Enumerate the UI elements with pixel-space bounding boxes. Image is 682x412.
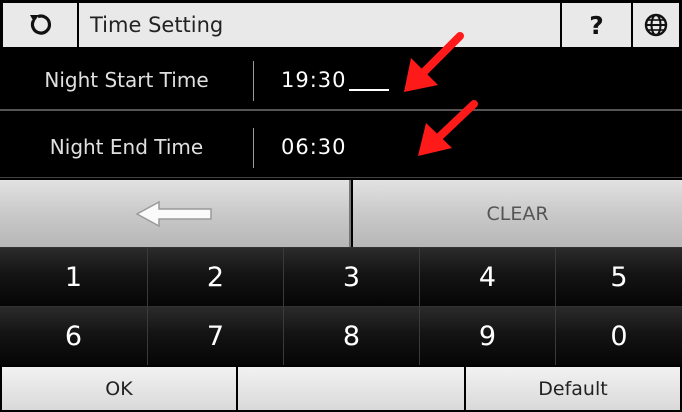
night-start-field[interactable]: 19:30 xyxy=(281,50,389,109)
digit-key[interactable]: 1 xyxy=(0,247,148,306)
title-bar: Time Setting ? xyxy=(0,0,682,50)
help-button[interactable]: ? xyxy=(562,3,633,47)
digit-row-2: 6 7 8 9 0 xyxy=(0,306,682,365)
digit-key[interactable]: 3 xyxy=(284,247,420,306)
digit-key[interactable]: 9 xyxy=(420,306,556,365)
language-button[interactable] xyxy=(633,3,679,47)
keypad-action-row: CLEAR xyxy=(0,180,682,247)
footer-button-row: OK Default xyxy=(0,365,682,412)
backspace-button[interactable] xyxy=(0,180,351,247)
annotation-arrow-icon xyxy=(404,32,464,92)
night-end-value: 06:30 xyxy=(281,135,347,159)
blank-button xyxy=(236,365,466,412)
input-cursor xyxy=(348,69,389,91)
refresh-button[interactable] xyxy=(3,3,79,47)
digit-key[interactable]: 4 xyxy=(420,247,556,306)
night-start-value: 19:30 xyxy=(281,67,347,92)
refresh-icon xyxy=(30,14,52,35)
night-end-label: Night End Time xyxy=(49,135,204,159)
annotation-arrow-icon xyxy=(418,100,478,156)
night-end-row[interactable]: Night End Time 06:30 xyxy=(0,117,682,178)
row-divider xyxy=(253,128,254,168)
default-button[interactable]: Default xyxy=(464,365,682,412)
digit-key[interactable]: 2 xyxy=(148,247,284,306)
help-icon: ? xyxy=(589,10,604,40)
globe-icon xyxy=(644,13,668,37)
night-start-label: Night Start Time xyxy=(44,67,209,92)
page-title: Time Setting xyxy=(79,3,562,47)
ok-button[interactable]: OK xyxy=(0,365,238,412)
clear-button[interactable]: CLEAR xyxy=(353,180,682,247)
digit-key[interactable]: 6 xyxy=(0,306,148,365)
digit-key[interactable]: 0 xyxy=(556,306,682,365)
digit-row-1: 1 2 3 4 5 xyxy=(0,247,682,306)
time-setting-screen: Time Setting ? Night Start Time 19:30 Ni… xyxy=(0,0,682,412)
night-start-row[interactable]: Night Start Time 19:30 xyxy=(0,50,682,111)
digit-key[interactable]: 8 xyxy=(284,306,420,365)
night-end-field[interactable]: 06:30 xyxy=(281,117,347,177)
row-divider xyxy=(253,61,254,101)
back-arrow-icon xyxy=(134,200,212,227)
digit-key[interactable]: 7 xyxy=(148,306,284,365)
digit-key[interactable]: 5 xyxy=(556,247,682,306)
